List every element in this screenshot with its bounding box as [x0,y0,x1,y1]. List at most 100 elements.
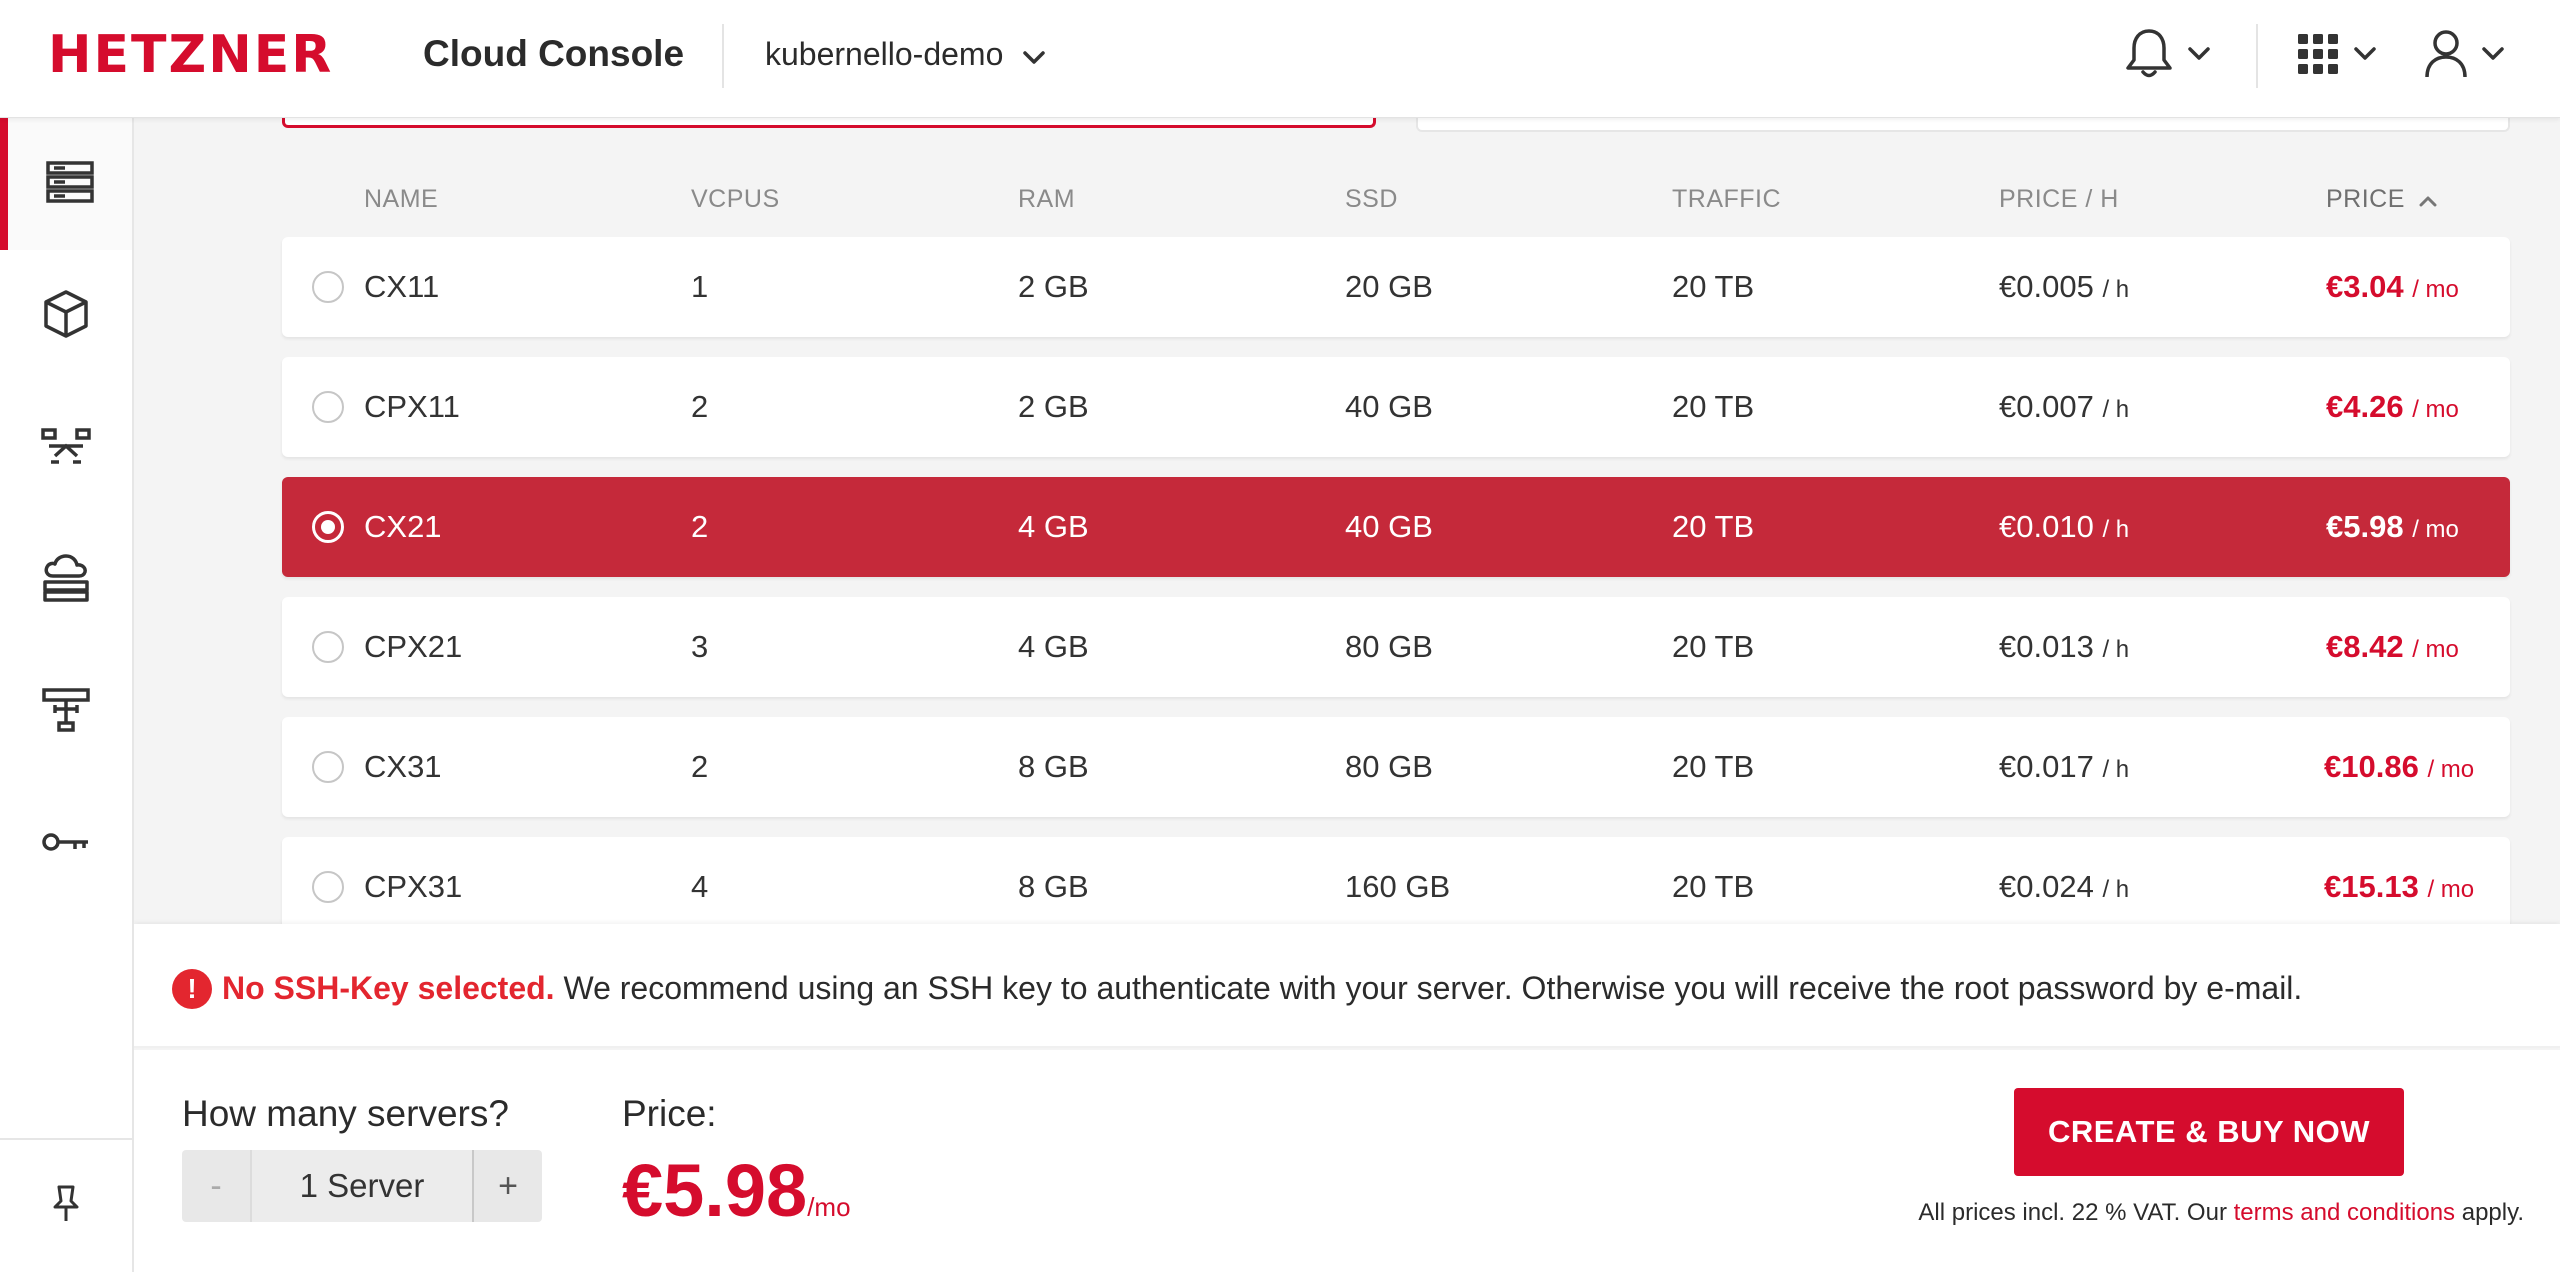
sidebar-item-volumes[interactable] [0,250,132,382]
server-traffic: 20 TB [1672,509,1755,544]
project-selector[interactable]: kubernello-demo [765,34,1046,74]
server-price-monthly: €5.98 / mo [2326,509,2459,544]
server-vcpus: 3 [691,629,709,664]
server-name: CX21 [364,509,442,544]
server-name: CPX11 [364,389,460,424]
ssh-key-warning: ! No SSH-Key selected. We recommend usin… [134,924,2560,1048]
key-icon [41,829,91,860]
total-price-value: €5.98 [622,1149,808,1232]
server-type-row-cx31[interactable]: CX31 2 8 GB 80 GB 20 TB €0.017 / h €10.8… [282,717,2510,817]
order-footer: How many servers? - 1 Server + Price: €5… [134,1050,2560,1272]
column-header-ssd[interactable]: SSD [1345,184,1398,214]
sidebar-item-ssh-keys[interactable] [0,778,132,910]
server-type-row-cx11[interactable]: CX11 1 2 GB 20 GB 20 TB €0.005 / h €3.04… [282,237,2510,337]
hetzner-logo[interactable]: HETZNER [48,29,333,81]
column-header-price[interactable]: PRICE [2326,184,2437,214]
increment-button[interactable]: + [474,1150,542,1222]
server-type-row-cx21[interactable]: CX21 2 4 GB 40 GB 20 TB €0.010 / h €5.98… [282,477,2510,577]
quantity-value[interactable]: 1 Server [250,1150,474,1222]
warning-text: We recommend using an SSH key to authent… [563,970,2303,1006]
terms-link[interactable]: terms and conditions [2234,1199,2455,1226]
quantity-label: How many servers? [182,1093,509,1134]
server-ssd: 80 GB [1345,749,1433,784]
total-price: €5.98/mo [622,1146,851,1252]
volumes-icon [43,289,89,344]
load-balancers-icon [41,426,91,471]
column-header-price-label: PRICE [2326,185,2405,213]
server-vcpus: 2 [691,389,709,424]
top-header: HETZNER Cloud Console kubernello-demo [0,0,2560,118]
notifications-menu[interactable] [2124,28,2210,84]
radio-button[interactable] [312,871,344,903]
server-ram: 2 GB [1018,269,1089,304]
total-price-period: /mo [807,1192,851,1222]
server-vcpus: 1 [691,269,709,304]
server-price-monthly: €15.13 / mo [2324,869,2475,904]
server-type-row-cpx21[interactable]: CPX21 3 4 GB 80 GB 20 TB €0.013 / h €8.4… [282,597,2510,697]
column-header-name[interactable]: NAME [364,184,438,214]
pin-icon [51,1185,81,1228]
product-title: Cloud Console [423,33,685,74]
sidebar-item-floating-ips[interactable] [0,514,132,646]
sidebar-item-networks[interactable] [0,646,132,778]
project-name: kubernello-demo [765,36,1004,72]
column-header-price-hourly[interactable]: PRICE / H [1999,184,2119,214]
column-header-vcpus[interactable]: VCPUS [691,184,780,214]
chevron-down-icon [2354,46,2376,66]
vat-text: All prices incl. 22 % VAT. Our [1918,1199,2227,1226]
sidebar [0,118,134,1272]
radio-button-checked[interactable] [312,511,344,543]
server-ssd: 160 GB [1345,869,1451,904]
server-price-monthly: €3.04 / mo [2326,269,2459,304]
apps-menu[interactable] [2296,28,2376,84]
bell-icon [2124,27,2174,86]
user-menu[interactable] [2424,28,2504,84]
warning-message: No SSH-Key selected. We recommend using … [222,968,2302,1008]
cloud-network-icon [41,553,91,607]
server-ssd: 80 GB [1345,629,1433,664]
column-header-ram[interactable]: RAM [1018,184,1075,214]
server-vcpus: 2 [691,749,709,784]
sort-ascending-icon [2419,184,2437,214]
radio-button[interactable] [312,391,344,423]
server-price-monthly: €8.42 / mo [2326,629,2459,664]
server-ram: 4 GB [1018,629,1089,664]
chevron-down-icon [2482,46,2504,66]
server-ram: 8 GB [1018,869,1089,904]
sidebar-item-load-balancers[interactable] [0,382,132,514]
server-price-hourly: €0.005 / h [1999,269,2130,304]
pin-sidebar-button[interactable] [0,1138,132,1272]
server-ssd: 20 GB [1345,269,1433,304]
server-price-monthly: €10.86 / mo [2324,749,2475,784]
server-traffic: 20 TB [1672,269,1755,304]
server-vcpus: 4 [691,869,709,904]
server-name: CX11 [364,269,440,304]
server-type-row-cpx31[interactable]: CPX31 4 8 GB 160 GB 20 TB €0.024 / h €15… [282,837,2510,937]
sidebar-item-servers[interactable] [0,118,132,250]
server-price-hourly: €0.010 / h [1999,509,2130,544]
servers-icon [45,160,95,209]
column-header-traffic[interactable]: TRAFFIC [1672,184,1781,214]
warning-icon: ! [172,969,212,1009]
server-price-hourly: €0.024 / h [1999,869,2130,904]
radio-button[interactable] [312,751,344,783]
server-ssd: 40 GB [1345,509,1433,544]
server-ram: 4 GB [1018,509,1089,544]
network-icon [41,687,91,738]
server-traffic: 20 TB [1672,869,1755,904]
warning-title: No SSH-Key selected. [222,970,555,1006]
server-price-hourly: €0.017 / h [1999,749,2130,784]
server-ram: 2 GB [1018,389,1089,424]
chevron-down-icon [2188,46,2210,66]
vat-notice: All prices incl. 22 % VAT. Our terms and… [1918,1198,2524,1228]
server-traffic: 20 TB [1672,749,1755,784]
server-price-hourly: €0.013 / h [1999,629,2130,664]
radio-button[interactable] [312,631,344,663]
server-price-hourly: €0.007 / h [1999,389,2130,424]
radio-button[interactable] [312,271,344,303]
create-and-buy-button[interactable]: CREATE & BUY NOW [2014,1088,2404,1176]
decrement-button[interactable]: - [182,1150,250,1222]
server-ram: 8 GB [1018,749,1089,784]
price-label: Price: [622,1093,717,1134]
server-type-row-cpx11[interactable]: CPX11 2 2 GB 40 GB 20 TB €0.007 / h €4.2… [282,357,2510,457]
